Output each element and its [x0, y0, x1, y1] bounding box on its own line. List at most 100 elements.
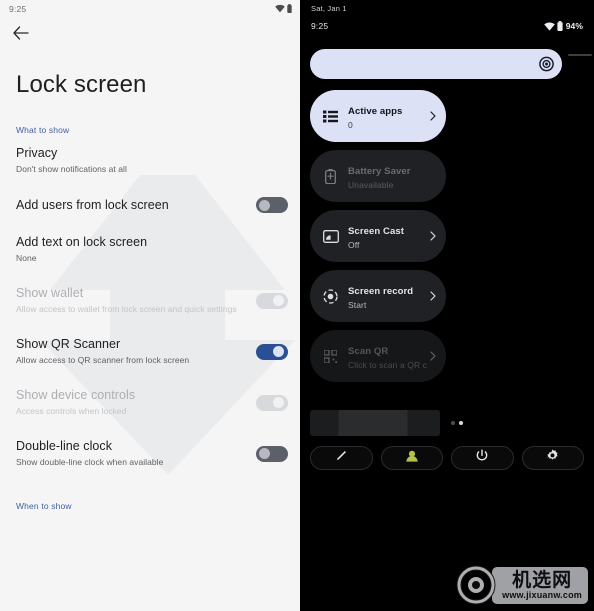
- toggle-double-line-clock[interactable]: [256, 445, 288, 462]
- qr-icon: [322, 348, 339, 365]
- watermark-title: 机选网: [512, 568, 573, 591]
- status-time: 9:25: [311, 21, 329, 31]
- tile-scan-qr[interactable]: Scan QR Click to scan a QR c: [310, 330, 446, 382]
- chevron-right-icon: [428, 230, 437, 242]
- brightness-track-remainder: [568, 54, 592, 56]
- pager-dots: [451, 421, 463, 425]
- row-subtitle: Show double-line clock when available: [16, 457, 164, 467]
- chevron-right-icon: [428, 350, 437, 362]
- list-icon: [322, 108, 339, 125]
- row-text: Double-line clock Show double-line clock…: [16, 439, 169, 468]
- watermark-url: www.jixuanw.com: [502, 589, 582, 600]
- row-title: Add users from lock screen: [16, 197, 169, 212]
- row-subtitle: Don't show notifications at all: [16, 164, 127, 174]
- battery-icon: [287, 4, 292, 13]
- section-label-what-to-show: What to show: [16, 125, 70, 135]
- watermark-text-box: 机选网 www.jixuanw.com: [492, 566, 588, 604]
- media-player-placeholder[interactable]: [310, 410, 440, 436]
- tile-sublabel: 0: [348, 120, 353, 130]
- row-subtitle: Allow access to wallet from lock screen …: [16, 304, 237, 314]
- power-icon: [476, 449, 488, 467]
- battery-percent: 94%: [565, 21, 583, 31]
- brightness-slider[interactable]: [310, 49, 562, 79]
- settings-row-add-text[interactable]: Add text on lock screen None: [0, 224, 300, 275]
- brightness-slider-wrap: [300, 31, 594, 79]
- battery-saver-icon: [322, 168, 339, 185]
- row-text: Show QR Scanner Allow access to QR scann…: [16, 337, 195, 366]
- pager-dot-active[interactable]: [459, 421, 463, 425]
- row-title: Privacy: [16, 146, 58, 160]
- tile-label: Active apps: [348, 106, 403, 117]
- power-button[interactable]: [451, 446, 514, 470]
- status-icons: 94%: [543, 21, 583, 31]
- row-text: Privacy Don't show notifications at all: [16, 146, 133, 175]
- battery-icon: [557, 21, 563, 31]
- tile-body: Scan QR Click to scan a QR c: [348, 341, 428, 371]
- user-switch-button[interactable]: [380, 446, 443, 470]
- tile-screen-cast[interactable]: Screen Cast Off: [310, 210, 446, 262]
- page-title: Lock screen: [16, 71, 147, 98]
- pager-dot[interactable]: [451, 421, 455, 425]
- toggle-show-device-controls[interactable]: [256, 394, 288, 411]
- settings-button[interactable]: [521, 446, 584, 470]
- settings-row-show-device-controls[interactable]: Show device controls Access controls whe…: [0, 377, 300, 428]
- settings-row-show-wallet[interactable]: Show wallet Allow access to wallet from …: [0, 275, 300, 326]
- tile-body: Active apps 0: [348, 101, 428, 131]
- right-status-bar: 9:25 94%: [300, 13, 594, 31]
- brightness-icon[interactable]: [539, 56, 554, 72]
- section-label-when-to-show: When to show: [16, 501, 72, 511]
- settings-row-double-line-clock[interactable]: Double-line clock Show double-line clock…: [0, 428, 300, 479]
- qs-date: Sat, Jan 1: [311, 4, 347, 13]
- chevron-right-icon: [428, 290, 437, 302]
- media-carousel-row: [300, 382, 594, 436]
- tile-sublabel: Off: [348, 240, 360, 250]
- quick-settings-footer: [300, 436, 594, 470]
- row-title: Show QR Scanner: [16, 337, 121, 351]
- wifi-icon: [543, 21, 555, 31]
- wifi-icon: [274, 4, 285, 13]
- tile-screen-record[interactable]: Screen record Start: [310, 270, 446, 322]
- edit-tiles-button[interactable]: [310, 446, 373, 470]
- tile-sublabel: Click to scan a QR c: [348, 360, 427, 370]
- tile-sublabel: Start: [348, 300, 367, 310]
- toggle-show-qr-scanner[interactable]: [256, 343, 288, 360]
- settings-row-privacy[interactable]: Privacy Don't show notifications at all: [0, 135, 300, 186]
- cast-icon: [322, 228, 339, 245]
- toggle-show-wallet[interactable]: [256, 292, 288, 309]
- watermark: 机选网 www.jixuanw.com: [456, 565, 588, 605]
- tile-label: Battery Saver: [348, 166, 411, 177]
- row-title: Double-line clock: [16, 439, 113, 453]
- user-avatar-icon: [405, 449, 419, 467]
- chevron-right-icon: [428, 110, 437, 122]
- tile-body: Screen Cast Off: [348, 221, 428, 251]
- tile-body: Screen record Start: [348, 281, 428, 311]
- back-arrow-icon[interactable]: [10, 22, 32, 44]
- quick-settings-tiles: Active apps 0 Battery Saver Unavailable …: [300, 79, 594, 382]
- row-subtitle: None: [16, 253, 37, 263]
- tile-label: Screen Cast: [348, 226, 405, 237]
- lock-screen-settings-panel: 9:25 Lock screen What to show Privacy Do…: [0, 0, 300, 611]
- tile-battery-saver[interactable]: Battery Saver Unavailable: [310, 150, 446, 202]
- quick-settings-panel: Sat, Jan 1 9:25 94% Active apps 0 Batter…: [300, 0, 594, 611]
- status-time: 9:25: [9, 3, 27, 14]
- settings-row-show-qr-scanner[interactable]: Show QR Scanner Allow access to QR scann…: [0, 326, 300, 377]
- watermark-logo-icon: [456, 565, 496, 605]
- tile-label: Scan QR: [348, 346, 389, 357]
- tile-sublabel: Unavailable: [348, 180, 394, 190]
- row-subtitle: Allow access to QR scanner from lock scr…: [16, 355, 190, 365]
- row-text: Show device controls Access controls whe…: [16, 388, 141, 417]
- row-subtitle: Access controls when locked: [16, 406, 127, 416]
- dual-screenshot-composite: 9:25 Lock screen What to show Privacy Do…: [0, 0, 594, 611]
- tile-active-apps[interactable]: Active apps 0: [310, 90, 446, 142]
- row-text: Add text on lock screen None: [16, 235, 153, 264]
- status-icons: [274, 4, 293, 13]
- row-title: Show device controls: [16, 388, 136, 402]
- tile-body: Battery Saver Unavailable: [348, 161, 437, 191]
- gear-icon: [546, 449, 559, 467]
- toggle-add-users[interactable]: [256, 197, 288, 213]
- row-title: Show wallet: [16, 286, 84, 300]
- pencil-edit-icon: [335, 449, 348, 467]
- settings-row-add-users[interactable]: Add users from lock screen: [0, 186, 300, 224]
- row-text: Add users from lock screen: [16, 198, 175, 213]
- record-icon: [322, 288, 339, 305]
